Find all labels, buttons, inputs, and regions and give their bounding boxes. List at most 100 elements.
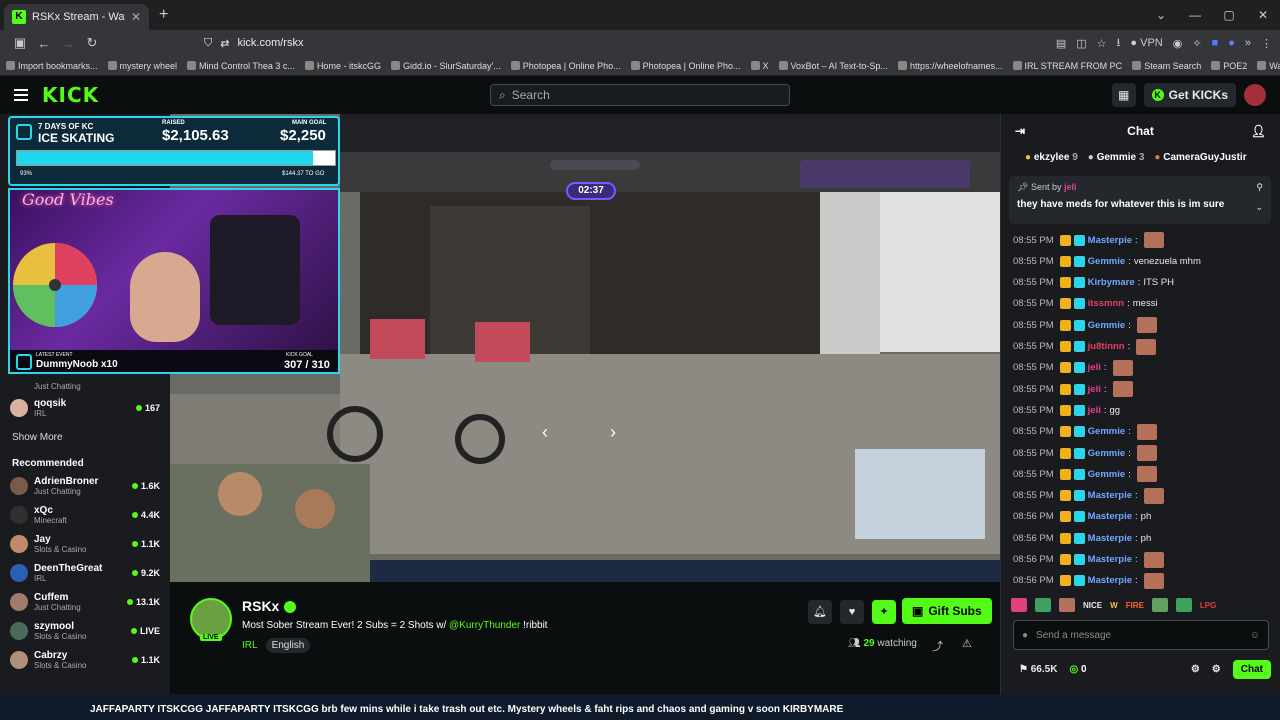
download-icon[interactable]: ⭳ xyxy=(1117,34,1121,53)
chat-message[interactable]: 08:55 PM Gemmie: xyxy=(1013,315,1275,335)
menu-burger-icon[interactable] xyxy=(14,89,28,101)
chat-message[interactable]: 08:55 PM Gemmie: xyxy=(1013,422,1275,442)
chat-message[interactable]: 08:55 PM jeli: xyxy=(1013,358,1275,378)
emote-icon[interactable] xyxy=(1035,598,1051,612)
sidebar-channel-szymool[interactable]: szymool Slots & Casino LIVE xyxy=(10,617,160,645)
sidebar-channel-adrienbroner[interactable]: AdrienBroner Just Chatting 1.6K xyxy=(10,472,160,500)
bookmark-item[interactable]: POE2 xyxy=(1211,61,1247,71)
close-window-icon[interactable]: ✕ xyxy=(1246,8,1280,22)
category-link[interactable]: IRL xyxy=(242,640,258,651)
reader-icon[interactable]: ◫ xyxy=(1076,37,1086,50)
chat-message[interactable]: 08:55 PM jeli: xyxy=(1013,379,1275,399)
browse-icon[interactable]: ▦ xyxy=(1111,83,1136,107)
pinned-message[interactable]: 📌︎ Sent by jeli they have meds for whate… xyxy=(1009,176,1271,224)
url-text[interactable]: kick.com/rskx xyxy=(237,37,303,49)
channel-name[interactable]: RSKx xyxy=(242,598,297,614)
chat-message-input[interactable]: ● Send a message ☺ xyxy=(1013,620,1269,650)
bookmark-item[interactable]: Steam Search xyxy=(1132,61,1201,71)
screenshot-icon[interactable]: ▤ xyxy=(1056,37,1066,50)
message-username[interactable]: Gemmie xyxy=(1088,448,1126,459)
kick-logo[interactable]: KICK xyxy=(42,83,99,107)
message-username[interactable]: Masterpie xyxy=(1088,511,1132,522)
address-field[interactable]: ⛉ ⇄ kick.com/rskx xyxy=(204,37,1004,50)
sidebar-channel-qoqsik[interactable]: qoqsik IRL 167 xyxy=(10,394,160,422)
profile-icon[interactable]: ◉ xyxy=(1173,37,1183,50)
message-username[interactable]: Masterpie xyxy=(1088,490,1132,501)
search-input[interactable]: ⌕ Search xyxy=(490,84,790,106)
minimize-icon[interactable]: — xyxy=(1178,8,1212,22)
message-username[interactable]: jeli xyxy=(1088,362,1101,373)
chat-message[interactable]: 08:56 PM Masterpie: xyxy=(1013,550,1275,570)
message-username[interactable]: Masterpie xyxy=(1088,235,1132,246)
extension-circle-icon[interactable]: ● xyxy=(1228,37,1235,49)
message-username[interactable]: Gemmie xyxy=(1088,320,1126,331)
reload-icon[interactable]: ↻ xyxy=(80,35,104,51)
chat-emote-menu-icon[interactable]: ⚙ xyxy=(1212,664,1221,675)
chat-message[interactable]: 08:56 PM Masterpie: ph xyxy=(1013,528,1275,548)
message-username[interactable]: itssmnn xyxy=(1088,298,1124,309)
chat-message[interactable]: 08:55 PM Kirbymare: ITS PH xyxy=(1013,273,1275,293)
chat-message[interactable]: 08:55 PM Masterpie: xyxy=(1013,486,1275,506)
chat-message[interactable]: 08:56 PM Masterpie: ph xyxy=(1013,507,1275,527)
gifter-3[interactable]: ● CameraGuyJustir xyxy=(1154,152,1246,163)
gift-subs-button[interactable]: ▣ Gift Subs xyxy=(902,598,992,624)
chat-message[interactable]: 08:55 PM Gemmie: xyxy=(1013,443,1275,463)
bookmark-item[interactable]: Home - itskcGG xyxy=(304,61,381,71)
chat-message[interactable]: 08:55 PM Masterpie: xyxy=(1013,230,1275,250)
extensions-icon[interactable]: ✧ xyxy=(1192,37,1201,50)
bookmark-item[interactable]: Mind Control Thea 3 c... xyxy=(187,61,295,71)
emote-icon[interactable] xyxy=(1011,598,1027,612)
notification-bell-icon[interactable]: 🔔︎ xyxy=(808,600,832,624)
bookmark-item[interactable]: https://wheelofnames... xyxy=(897,61,1003,71)
message-username[interactable]: Masterpie xyxy=(1088,554,1132,565)
expand-pin-icon[interactable]: ⌄ xyxy=(1255,202,1263,213)
bookmark-item[interactable]: X xyxy=(750,61,769,71)
report-icon[interactable]: ⚠ xyxy=(962,637,972,650)
chat-users-icon[interactable]: 👤︎ xyxy=(1251,124,1266,138)
emote-text-fire[interactable]: FIRE xyxy=(1126,601,1144,610)
site-settings-icon[interactable]: ⇄ xyxy=(220,37,229,50)
extension-blue-icon[interactable]: ■ xyxy=(1212,37,1219,49)
chat-send-button[interactable]: Chat xyxy=(1232,660,1271,679)
tab-list-icon[interactable]: ⌄ xyxy=(1144,8,1178,22)
title-mention[interactable]: @KurryThunder xyxy=(449,620,520,631)
bookmark-item[interactable]: Photopea | Online Pho... xyxy=(510,61,621,71)
emoji-picker-icon[interactable]: ☺ xyxy=(1250,630,1260,641)
emote-text-nice[interactable]: NICE xyxy=(1083,601,1102,610)
message-username[interactable]: Gemmie xyxy=(1088,469,1126,480)
gifter-2[interactable]: ● Gemmie 3 xyxy=(1088,152,1145,163)
emote-text-w[interactable]: W xyxy=(1110,601,1118,610)
back-icon[interactable]: ← xyxy=(32,36,56,51)
arrow-left-icon[interactable]: ‹ xyxy=(542,422,548,443)
emote-text-lpg[interactable]: LPG xyxy=(1200,601,1216,610)
sidebar-channel-cuffem[interactable]: Cuffem Just Chatting 13.1K xyxy=(10,588,160,616)
get-kicks-button[interactable]: K Get KICKs xyxy=(1143,83,1236,107)
bookmark-item[interactable]: mystery wheel xyxy=(107,61,177,71)
arrow-right-icon[interactable]: › xyxy=(610,422,616,443)
emote-icon[interactable] xyxy=(1175,598,1192,612)
language-tag[interactable]: English xyxy=(265,638,311,653)
share-icon[interactable]: ⤴ xyxy=(932,638,943,654)
user-avatar[interactable] xyxy=(1244,84,1266,106)
more-tools-icon[interactable]: » xyxy=(1245,37,1251,49)
message-username[interactable]: Gemmie xyxy=(1088,426,1126,437)
chat-message[interactable]: 08:55 PM ju8tinnn: xyxy=(1013,337,1275,357)
follow-heart-icon[interactable]: ♥ xyxy=(840,600,864,624)
chat-message[interactable]: 08:55 PM Gemmie: venezuela mhm xyxy=(1013,251,1275,271)
sidebar-channel-jay[interactable]: Jay Slots & Casino 1.1K xyxy=(10,530,160,558)
sidebar-toggle-icon[interactable]: ▣ xyxy=(8,35,32,51)
menu-icon[interactable]: ⋮ xyxy=(1261,37,1272,50)
vpn-button[interactable]: ● VPN xyxy=(1130,37,1162,49)
sparkle-icon[interactable]: ✦ xyxy=(872,600,896,624)
message-username[interactable]: Gemmie xyxy=(1088,256,1126,267)
new-tab-icon[interactable]: + xyxy=(159,6,168,24)
message-username[interactable]: Masterpie xyxy=(1088,575,1132,586)
chat-message[interactable]: 08:56 PM Masterpie: xyxy=(1013,571,1275,591)
message-username[interactable]: jeli xyxy=(1088,384,1101,395)
bookmark-item[interactable]: IRL STREAM FROM PC xyxy=(1012,61,1122,71)
message-username[interactable]: Masterpie xyxy=(1088,533,1132,544)
bookmark-item[interactable]: Import bookmarks... xyxy=(6,61,98,71)
browser-tab-active[interactable]: K RSKx Stream - Watch Live o ✕ xyxy=(4,4,149,30)
sidebar-channel-cabrzy[interactable]: Cabrzy Slots & Casino 1.1K xyxy=(10,646,160,674)
bookmark-item[interactable]: Watch Supernatural - ... xyxy=(1257,61,1280,71)
